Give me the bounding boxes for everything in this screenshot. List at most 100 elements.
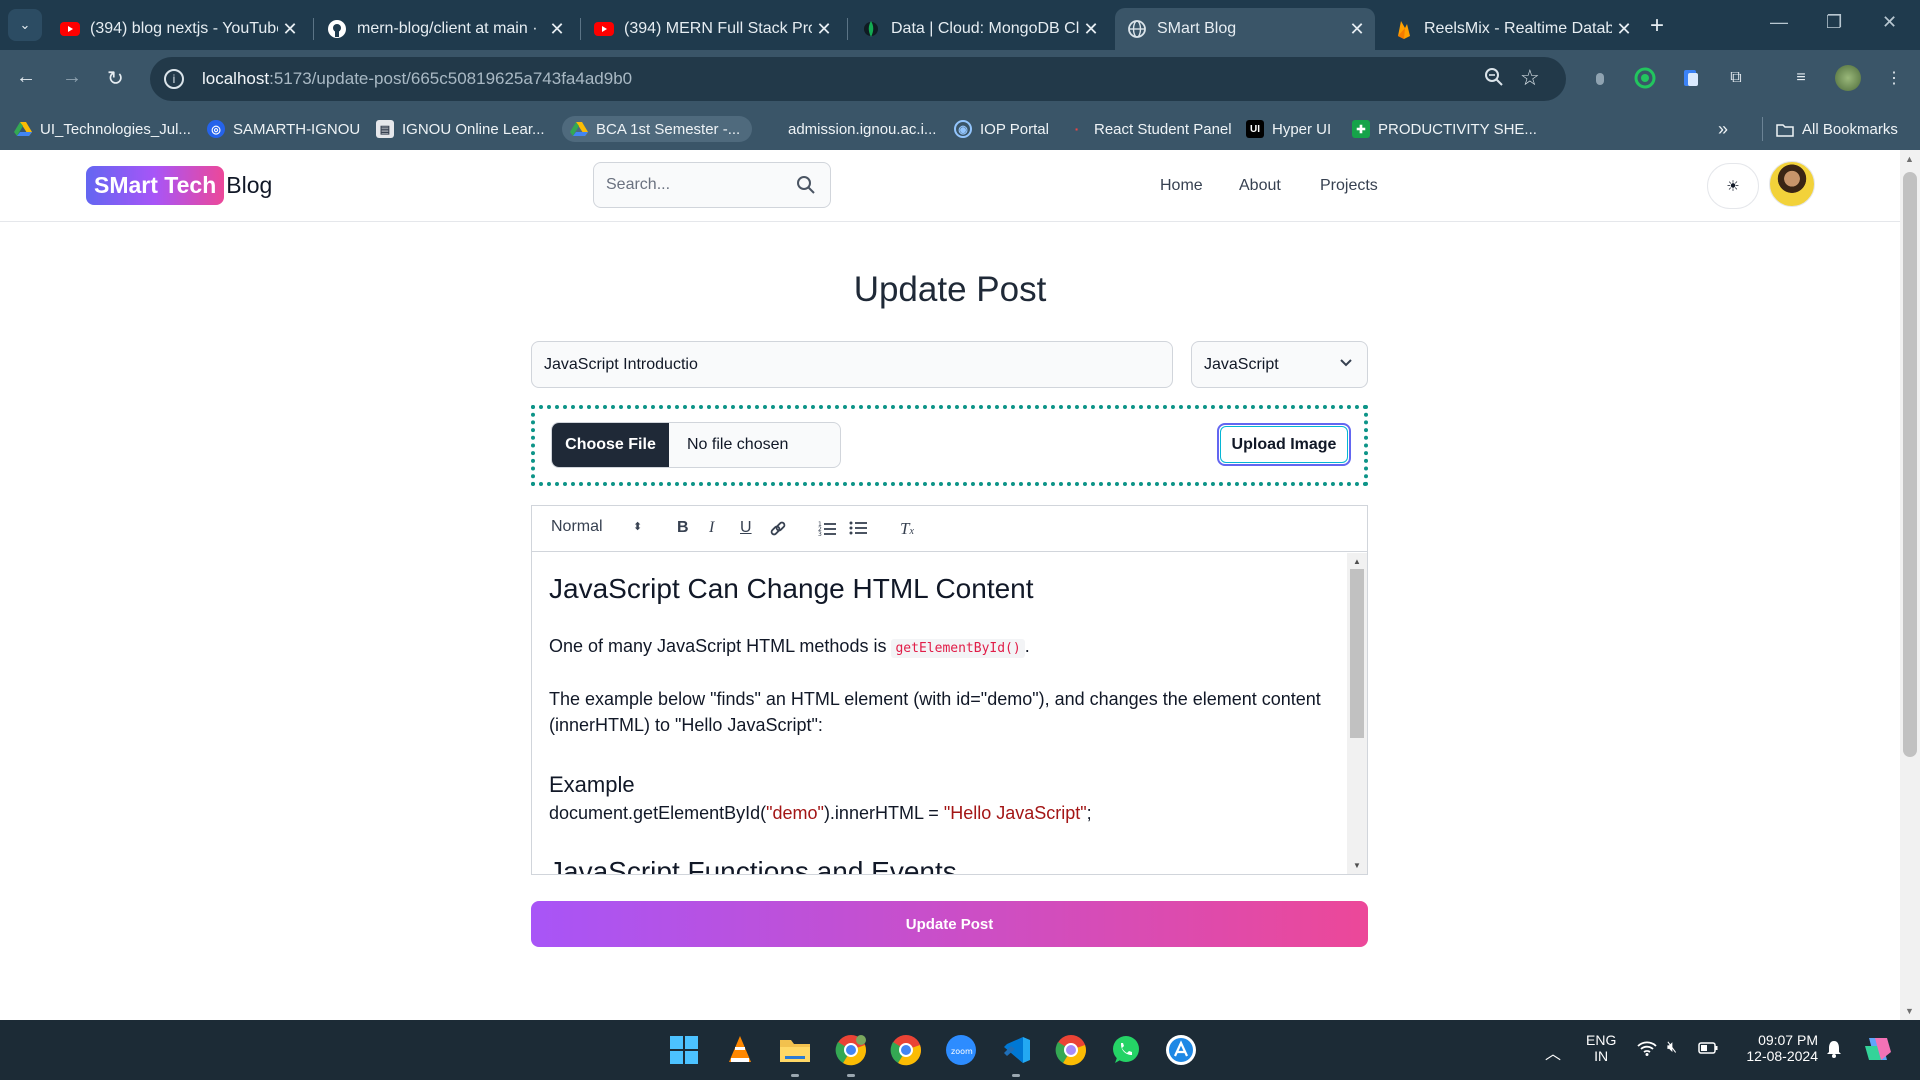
post-title-input[interactable]: [531, 341, 1173, 388]
category-select[interactable]: JavaScript: [1191, 341, 1368, 388]
vlc-icon[interactable]: [720, 1030, 760, 1070]
clear-format-icon[interactable]: Tx: [900, 519, 914, 539]
italic-icon[interactable]: I: [709, 519, 714, 537]
image-upload-area: Choose File No file chosen Upload Image: [531, 405, 1368, 486]
new-tab-icon[interactable]: +: [1650, 12, 1664, 40]
bookmark-label: IOP Portal: [980, 120, 1049, 138]
ordered-list-icon[interactable]: 123: [818, 520, 836, 541]
extension-b-icon[interactable]: [1634, 67, 1656, 89]
bookmark-label: admission.ignou.ac.i...: [788, 120, 937, 138]
browser-tab[interactable]: ReelsMix - Realtime Datab ✕: [1382, 8, 1642, 50]
format-select[interactable]: Normal: [551, 518, 603, 536]
bookmark-item[interactable]: · React Student Panel: [1068, 116, 1232, 142]
browser-tab-active[interactable]: SMart Blog ✕: [1115, 8, 1375, 50]
profile-avatar-icon[interactable]: [1835, 65, 1861, 91]
zoom-icon[interactable]: [1484, 67, 1504, 93]
volume-muted-icon[interactable]: 🔇︎: [1667, 1039, 1677, 1057]
extension-a-icon[interactable]: [1589, 67, 1611, 89]
battery-icon[interactable]: [1698, 1041, 1718, 1057]
scroll-up-icon[interactable]: ▲: [1353, 557, 1361, 566]
underline-icon[interactable]: U: [740, 519, 752, 537]
bookmark-label: UI_Technologies_Jul...: [40, 120, 191, 138]
language-indicator[interactable]: ENG IN: [1586, 1032, 1616, 1064]
nav-projects[interactable]: Projects: [1320, 177, 1378, 195]
close-window-icon[interactable]: ✕: [1882, 12, 1897, 33]
bullet-list-icon[interactable]: [849, 520, 867, 541]
nav-home[interactable]: Home: [1160, 177, 1203, 195]
restore-icon[interactable]: ❐: [1826, 12, 1842, 33]
chrome-icon[interactable]: [886, 1030, 926, 1070]
copilot-icon[interactable]: [1863, 1034, 1893, 1067]
minimize-icon[interactable]: —: [1770, 12, 1788, 33]
chrome-menu-icon[interactable]: ⋮: [1883, 67, 1905, 89]
nav-about[interactable]: About: [1239, 177, 1281, 195]
page-scroll-thumb[interactable]: [1903, 172, 1917, 757]
scroll-down-icon[interactable]: ▼: [1905, 1006, 1914, 1016]
browser-tab[interactable]: Data | Cloud: MongoDB Cl ✕: [849, 8, 1109, 50]
ignou-icon: ▤: [376, 120, 394, 138]
extension-c-icon[interactable]: [1680, 67, 1702, 89]
editor-content[interactable]: JavaScript Can Change HTML Content One o…: [532, 553, 1347, 874]
bookmark-item[interactable]: ✚ PRODUCTIVITY SHE...: [1352, 116, 1537, 142]
file-explorer-icon[interactable]: [775, 1030, 815, 1070]
content-paragraph: The example below "finds" an HTML elemen…: [549, 689, 1321, 735]
bookmark-item[interactable]: ◎ SAMARTH-IGNOU: [207, 116, 360, 142]
theme-toggle-button[interactable]: ☀: [1707, 163, 1759, 209]
forward-icon[interactable]: →: [62, 66, 82, 89]
site-info-icon[interactable]: i: [164, 69, 184, 89]
user-avatar[interactable]: [1769, 161, 1815, 207]
editor-scrollbar[interactable]: ▲ ▼: [1347, 553, 1367, 874]
close-icon[interactable]: ✕: [1079, 19, 1103, 40]
browser-tab[interactable]: (394) blog nextjs - YouTube ✕: [48, 8, 308, 50]
tab-search-button[interactable]: ⌄: [8, 9, 42, 41]
zoom-icon[interactable]: zoom: [941, 1030, 981, 1070]
close-icon[interactable]: ✕: [545, 19, 569, 40]
chrome-profile-icon[interactable]: [831, 1030, 871, 1070]
upload-image-button[interactable]: Upload Image: [1217, 423, 1351, 466]
update-post-button[interactable]: Update Post: [531, 901, 1368, 947]
site-logo[interactable]: SMart Tech Blog: [86, 166, 272, 205]
url-text[interactable]: localhost:5173/update-post/665c50819625a…: [202, 69, 632, 89]
search-icon[interactable]: [796, 175, 816, 200]
browser-tab[interactable]: (394) MERN Full Stack Proj ✕: [582, 8, 842, 50]
close-icon[interactable]: ✕: [278, 19, 302, 40]
bookmark-item[interactable]: UI Hyper UI: [1246, 116, 1331, 142]
all-bookmarks-item[interactable]: All Bookmarks: [1776, 116, 1898, 142]
drive-icon: [14, 120, 32, 138]
vscode-icon[interactable]: [996, 1030, 1036, 1070]
bookmark-item[interactable]: BCA 1st Semester -...: [562, 116, 753, 142]
bookmark-item[interactable]: admission.ignou.ac.i...: [788, 116, 936, 142]
whatsapp-icon[interactable]: [1106, 1030, 1146, 1070]
search-input[interactable]: [606, 176, 786, 194]
more-bookmarks-icon[interactable]: »: [1718, 116, 1728, 142]
browser-tab[interactable]: mern-blog/client at main · ✕: [315, 8, 575, 50]
close-icon[interactable]: ✕: [1345, 19, 1369, 40]
back-icon[interactable]: ←: [16, 66, 36, 89]
close-icon[interactable]: ✕: [1612, 19, 1636, 40]
category-value: JavaScript: [1204, 355, 1279, 373]
page-scrollbar[interactable]: ▲ ▼: [1900, 150, 1920, 1020]
link-icon[interactable]: [769, 520, 787, 543]
clock[interactable]: 09:07 PM 12-08-2024: [1738, 1032, 1818, 1064]
extensions-puzzle-icon[interactable]: ⧉: [1725, 67, 1747, 89]
reload-icon[interactable]: ↻: [107, 66, 124, 91]
show-hidden-icons[interactable]: ︿: [1545, 1040, 1561, 1064]
scroll-down-icon[interactable]: ▼: [1353, 861, 1361, 870]
notification-bell-icon[interactable]: [1826, 1040, 1842, 1061]
app-store-icon[interactable]: [1161, 1030, 1201, 1070]
chrome-alt-icon[interactable]: [1051, 1030, 1091, 1070]
file-input[interactable]: Choose File No file chosen: [551, 422, 841, 468]
choose-file-button[interactable]: Choose File: [552, 423, 669, 467]
wifi-icon[interactable]: [1637, 1040, 1657, 1059]
bookmark-star-icon[interactable]: ☆: [1520, 65, 1540, 91]
editor-scroll-thumb[interactable]: [1350, 569, 1364, 738]
media-control-icon[interactable]: ≡: [1790, 67, 1812, 89]
bookmark-item[interactable]: ◉ IOP Portal: [954, 116, 1049, 142]
address-bar[interactable]: i localhost:5173/update-post/665c5081962…: [150, 57, 1566, 101]
bookmark-item[interactable]: UI_Technologies_Jul...: [14, 116, 191, 142]
windows-start-icon[interactable]: [664, 1030, 704, 1070]
bookmark-item[interactable]: ▤ IGNOU Online Lear...: [376, 116, 545, 142]
bold-icon[interactable]: B: [677, 519, 689, 537]
scroll-up-icon[interactable]: ▲: [1905, 154, 1914, 164]
close-icon[interactable]: ✕: [812, 19, 836, 40]
